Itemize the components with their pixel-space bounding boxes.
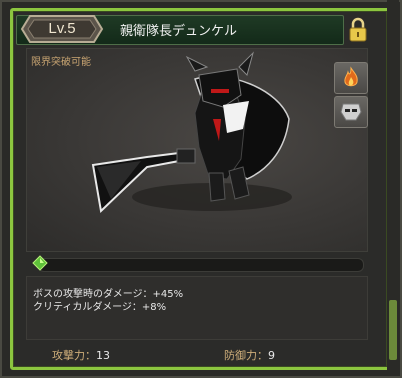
green-gem-icon [32, 255, 48, 271]
attack-stat: 攻撃力：13 [52, 347, 110, 363]
type-button[interactable] [334, 96, 368, 128]
defense-label: 防御力： [224, 349, 268, 362]
element-button[interactable] [334, 62, 368, 94]
level-text: Lv.5 [48, 20, 76, 37]
attack-value: 13 [96, 349, 110, 362]
mask-icon [340, 103, 362, 121]
stat-line-critical-damage: クリティカルダメージ：+8% [33, 302, 167, 313]
attack-label: 攻撃力： [52, 349, 96, 362]
lock-icon[interactable] [348, 17, 368, 43]
character-name: 親衛隊長デュンケル [120, 24, 238, 39]
scrollbar-thumb[interactable] [389, 300, 397, 360]
level-plate: Lv.5 [20, 12, 104, 46]
character-sprite-icon [91, 51, 292, 214]
flame-icon [344, 66, 358, 87]
defense-stat: 防御力：9 [224, 347, 275, 363]
defense-value: 9 [268, 349, 275, 362]
limit-break-progress-bar [38, 258, 364, 272]
stats-box: ボスの攻撃時のダメージ：+45% クリティカルダメージ：+8% [26, 276, 368, 340]
character-viewport: 限界突破可能 [26, 48, 368, 252]
